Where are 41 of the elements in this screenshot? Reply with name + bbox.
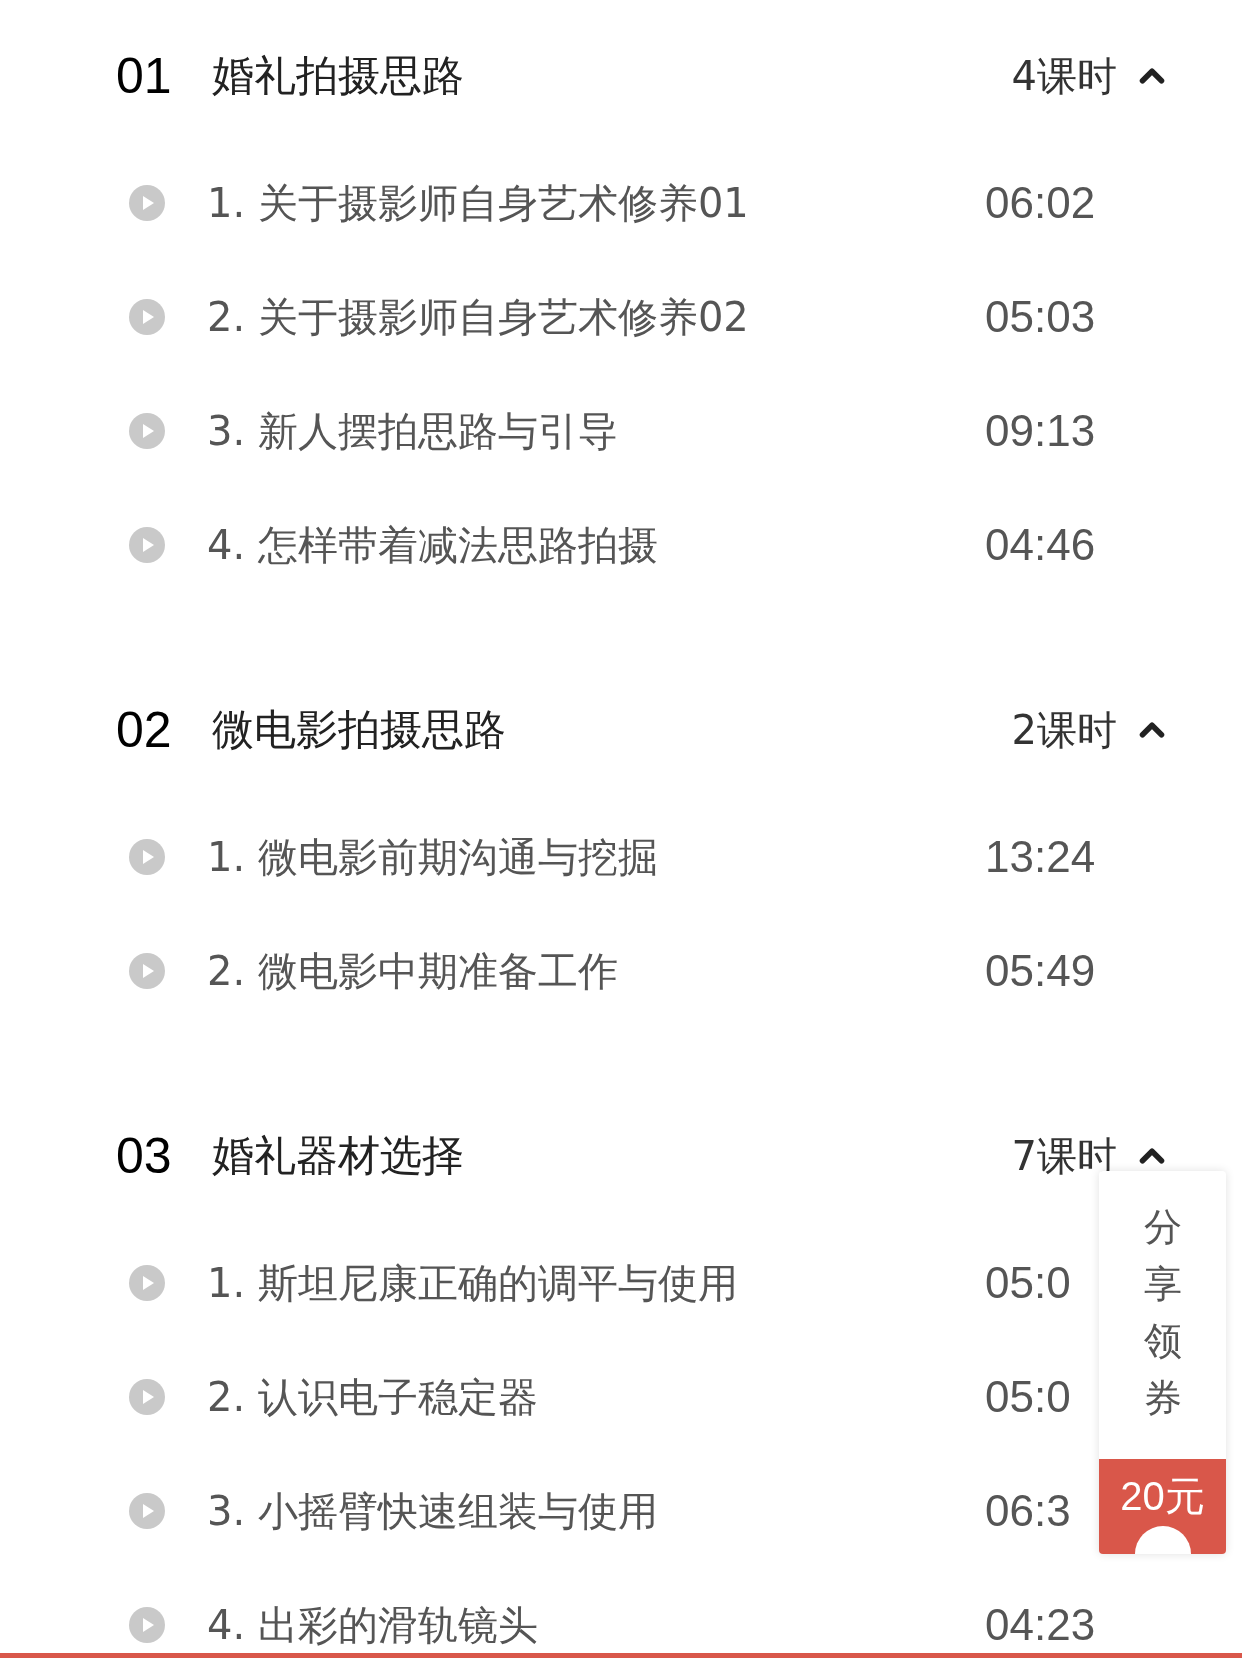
- lesson-duration: 04:46: [985, 520, 1096, 570]
- lesson-duration: 06:3: [985, 1486, 1071, 1536]
- play-icon: [129, 839, 165, 875]
- lesson-title[interactable]: 1. 关于摄影师自身艺术修养01: [207, 175, 985, 231]
- lesson-title[interactable]: 1. 微电影前期沟通与挖掘: [207, 829, 985, 885]
- lesson-duration: 06:02: [985, 178, 1096, 228]
- lesson-duration: 05:49: [985, 946, 1096, 996]
- lesson-title[interactable]: 1. 斯坦尼康正确的调平与使用: [207, 1255, 985, 1311]
- section-number: 03: [116, 1127, 173, 1185]
- lesson-count: 2课时: [1011, 705, 1117, 755]
- play-icon: [129, 527, 165, 563]
- section-title: 微电影拍摄思路: [212, 704, 507, 756]
- lesson-duration: 13:24: [985, 832, 1096, 882]
- play-icon: [129, 1493, 165, 1529]
- section-title: 婚礼器材选择: [212, 1130, 465, 1182]
- lesson-duration: 09:13: [985, 406, 1096, 456]
- lesson-title[interactable]: 4. 出彩的滑轨镜头: [207, 1597, 985, 1653]
- lesson-title[interactable]: 2. 微电影中期准备工作: [207, 943, 985, 999]
- lesson-duration: 05:03: [985, 292, 1096, 342]
- lesson-title[interactable]: 4. 怎样带着减法思路拍摄: [207, 517, 985, 573]
- play-icon: [129, 1607, 165, 1643]
- play-icon: [129, 953, 165, 989]
- lesson-duration: 04:23: [985, 1600, 1096, 1650]
- lesson-title[interactable]: 2. 认识电子稳定器: [207, 1369, 985, 1425]
- lesson-duration: 05:0: [985, 1258, 1071, 1308]
- coupon-badge[interactable]: 分享领券 20元: [1099, 1171, 1226, 1554]
- play-icon: [129, 413, 165, 449]
- lesson-title[interactable]: 3. 新人摆拍思路与引导: [207, 403, 985, 459]
- lesson-duration: 05:0: [985, 1372, 1071, 1422]
- play-icon: [129, 1379, 165, 1415]
- section-number: 01: [116, 47, 173, 105]
- play-icon: [129, 299, 165, 335]
- coupon-amount: 20元: [1099, 1459, 1226, 1554]
- play-icon: [129, 185, 165, 221]
- lesson-title[interactable]: 2. 关于摄影师自身艺术修养02: [207, 289, 985, 345]
- share-coupon-label: 分享领券: [1143, 1204, 1182, 1422]
- play-icon: [129, 1265, 165, 1301]
- section-title: 婚礼拍摄思路: [212, 50, 465, 102]
- section-number: 02: [116, 701, 173, 759]
- lesson-count: 4课时: [1011, 51, 1117, 101]
- lesson-title[interactable]: 3. 小摇臂快速组装与使用: [207, 1483, 985, 1539]
